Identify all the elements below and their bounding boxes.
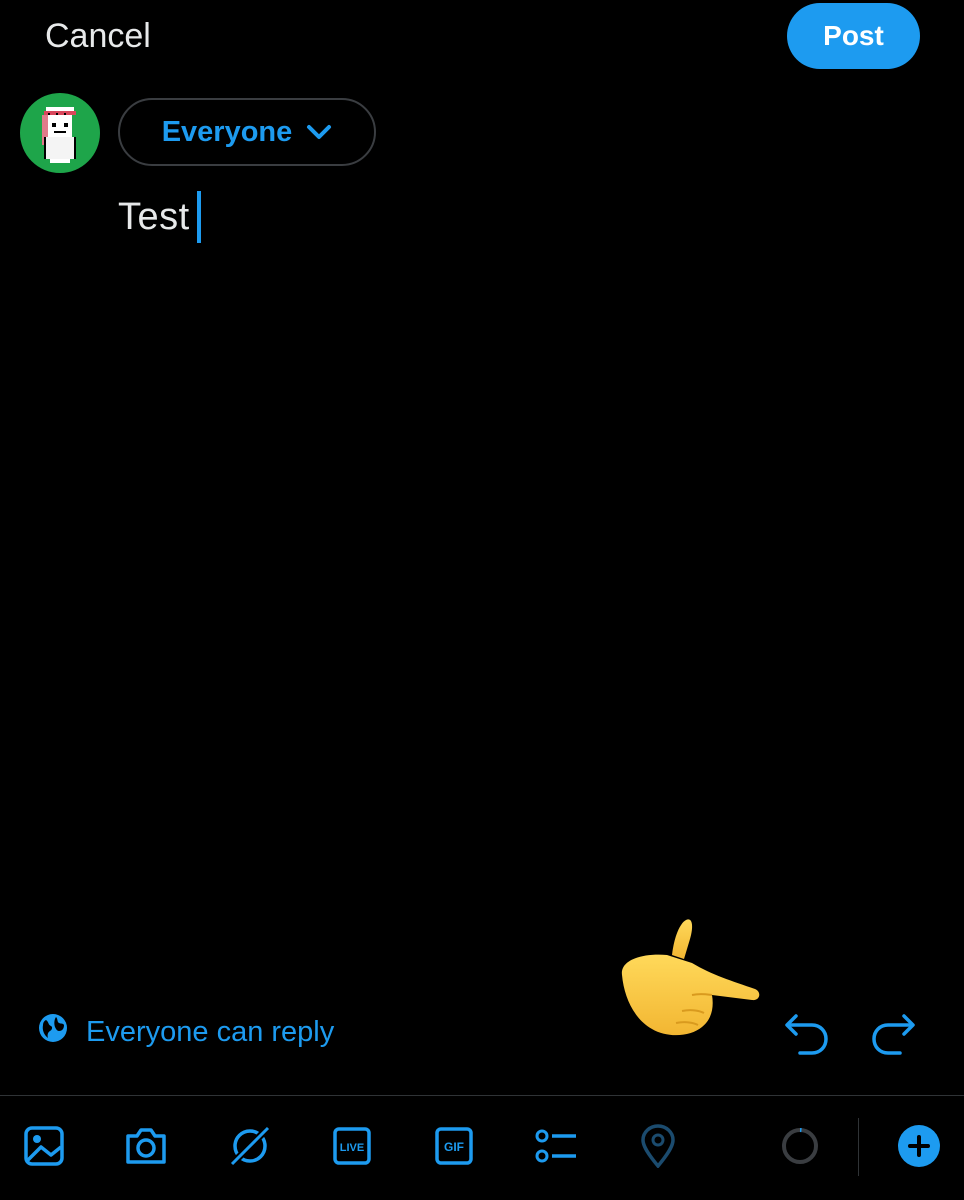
camera-icon xyxy=(126,1128,166,1164)
gif-button[interactable]: GIF xyxy=(432,1124,476,1168)
cancel-button[interactable]: Cancel xyxy=(45,14,151,58)
live-icon: LIVE xyxy=(333,1127,371,1165)
toolbar-separator xyxy=(858,1118,859,1176)
audience-label: Everyone xyxy=(161,115,293,148)
poll-button[interactable] xyxy=(534,1124,578,1168)
location-icon xyxy=(641,1124,675,1168)
globe-icon xyxy=(38,1013,68,1051)
avatar[interactable] xyxy=(20,93,100,173)
poll-icon xyxy=(535,1129,576,1163)
redo-button[interactable] xyxy=(870,1010,918,1058)
reply-setting[interactable]: Everyone can reply xyxy=(38,1013,334,1051)
svg-text:GIF: GIF xyxy=(444,1140,464,1154)
post-button[interactable]: Post xyxy=(787,3,920,69)
post-text-input[interactable]: Test xyxy=(118,191,201,243)
audience-selector[interactable]: Everyone xyxy=(118,98,376,166)
svg-text:LIVE: LIVE xyxy=(340,1142,364,1154)
add-image-button[interactable] xyxy=(22,1124,66,1168)
pointing-hand-emoji xyxy=(612,915,762,1040)
undo-button[interactable] xyxy=(782,1010,830,1058)
text-cursor xyxy=(196,191,201,243)
image-icon xyxy=(24,1126,64,1166)
redo-icon xyxy=(872,1014,915,1055)
gif-icon: GIF xyxy=(435,1127,473,1165)
location-button[interactable] xyxy=(636,1124,680,1168)
live-button[interactable]: LIVE xyxy=(330,1124,374,1168)
toolbar-divider xyxy=(0,1095,964,1096)
grok-icon xyxy=(229,1125,271,1167)
add-post-icon xyxy=(898,1125,940,1167)
add-post-button[interactable] xyxy=(897,1124,941,1168)
chevron-down-icon xyxy=(306,116,332,149)
reply-setting-label: Everyone can reply xyxy=(86,1015,335,1048)
undo-icon xyxy=(785,1014,828,1055)
grok-button[interactable] xyxy=(228,1124,272,1168)
character-count-icon xyxy=(782,1128,818,1164)
post-text: Test xyxy=(118,195,190,238)
character-count-indicator xyxy=(778,1124,822,1168)
camera-button[interactable] xyxy=(124,1124,168,1168)
pixel-avatar-icon xyxy=(42,107,76,163)
